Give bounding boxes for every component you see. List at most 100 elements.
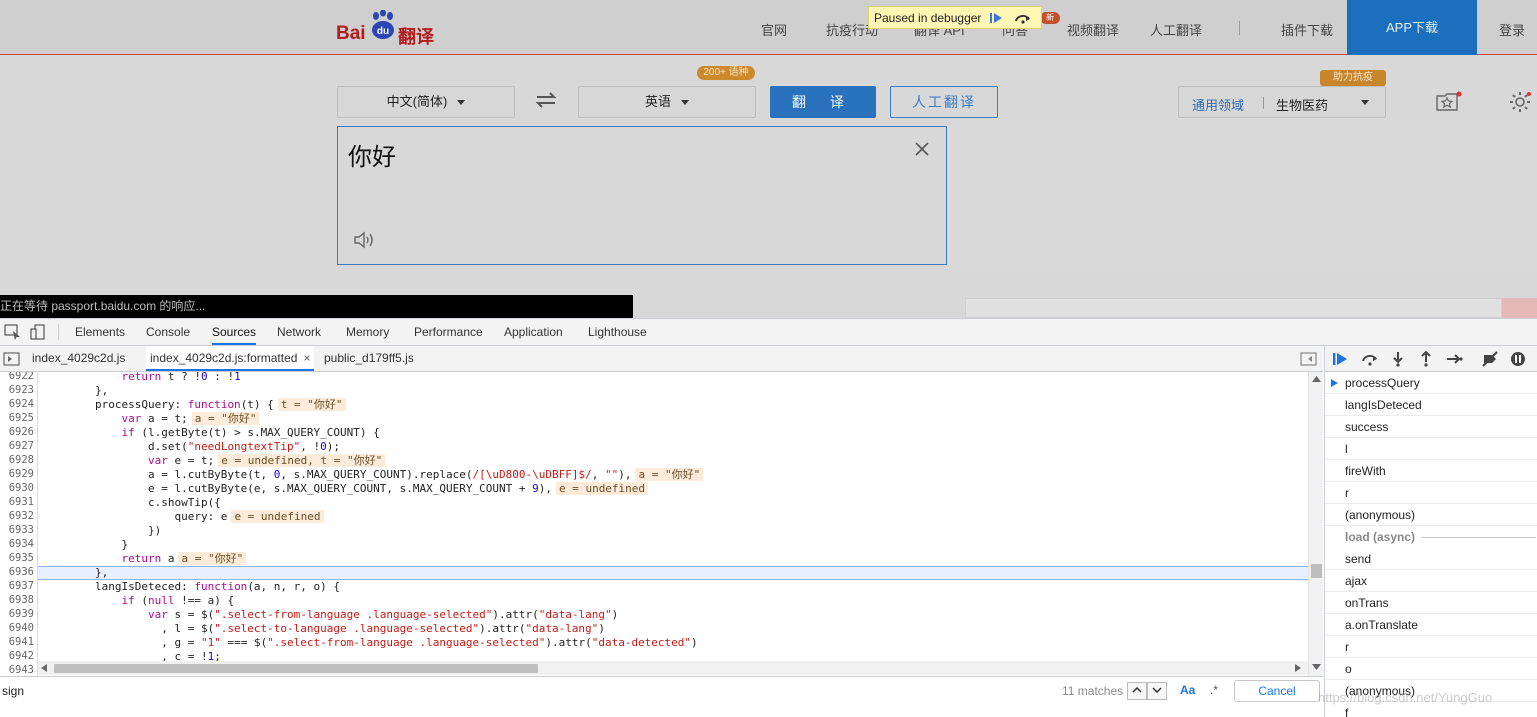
- line-number-gutter[interactable]: 6922 6923 6924 6925 6926 6927 6928 6929 …: [0, 372, 38, 676]
- call-frame[interactable]: send: [1325, 548, 1537, 570]
- human-translate-button[interactable]: 人工翻译: [890, 86, 998, 118]
- file-tab-index-formatted[interactable]: index_4029c2d.js:formatted ×: [146, 346, 315, 371]
- toggle-navigator-icon[interactable]: [3, 351, 21, 367]
- call-frame[interactable]: langIsDeteced: [1325, 394, 1537, 416]
- tab-network[interactable]: Network: [277, 319, 321, 345]
- deactivate-breakpoints-icon[interactable]: [1481, 351, 1499, 367]
- code-line[interactable]: return t ? !0 : !1: [42, 372, 240, 384]
- step-out-icon[interactable]: [1417, 351, 1435, 367]
- code-line[interactable]: }: [42, 538, 128, 552]
- app-download-button[interactable]: APP下载: [1347, 0, 1477, 55]
- resume-icon[interactable]: [987, 9, 1007, 27]
- step-into-icon[interactable]: [1389, 351, 1407, 367]
- line-number[interactable]: 6928: [0, 454, 34, 466]
- line-number[interactable]: 6935: [0, 552, 34, 564]
- line-number[interactable]: 6941: [0, 636, 34, 648]
- line-number[interactable]: 6931: [0, 496, 34, 508]
- next-match-button[interactable]: [1147, 682, 1167, 700]
- target-language-select[interactable]: 英语: [578, 86, 756, 118]
- line-number[interactable]: 6923: [0, 384, 34, 396]
- call-frame[interactable]: r: [1325, 636, 1537, 658]
- line-number[interactable]: 6927: [0, 440, 34, 452]
- line-number[interactable]: 6943: [0, 664, 34, 676]
- close-icon[interactable]: ×: [303, 351, 310, 365]
- login-link[interactable]: 登录: [1499, 20, 1525, 39]
- baidu-fanyi-logo[interactable]: Bai du 翻译: [336, 10, 436, 48]
- code-line[interactable]: processQuery: function(t) {t = "你好": [42, 398, 346, 412]
- code-line[interactable]: a = l.cutByByte(t, 0, s.MAX_QUERY_COUNT)…: [42, 468, 704, 482]
- scroll-left-icon[interactable]: [41, 664, 47, 672]
- code-line[interactable]: },: [42, 566, 108, 580]
- line-number[interactable]: 6937: [0, 580, 34, 592]
- source-text[interactable]: 你好: [348, 137, 396, 172]
- step-icon[interactable]: [1445, 351, 1463, 367]
- previous-match-button[interactable]: [1127, 682, 1147, 700]
- code-line[interactable]: , g = "1" === $(".select-from-language .…: [42, 636, 697, 650]
- tab-memory[interactable]: Memory: [346, 319, 389, 345]
- tab-lighthouse[interactable]: Lighthouse: [588, 319, 647, 345]
- code-editor[interactable]: 6922 6923 6924 6925 6926 6927 6928 6929 …: [0, 372, 1308, 676]
- file-tab-public[interactable]: public_d179ff5.js: [320, 346, 418, 371]
- call-frame-active[interactable]: processQuery: [1325, 372, 1537, 394]
- line-number[interactable]: 6942: [0, 650, 34, 662]
- code-line[interactable]: var e = t; e = undefined, t = "你好": [42, 454, 386, 468]
- scroll-down-icon[interactable]: [1312, 664, 1321, 670]
- resume-icon[interactable]: [1331, 351, 1349, 367]
- call-frame[interactable]: ajax: [1325, 570, 1537, 592]
- line-number[interactable]: 6926: [0, 426, 34, 438]
- code-line[interactable]: query: ee = undefined: [42, 510, 324, 524]
- call-frame[interactable]: onTrans: [1325, 592, 1537, 614]
- code-line[interactable]: var s = $(".select-from-language .langua…: [42, 608, 618, 622]
- nav-video-translate[interactable]: 视频翻译: [1067, 20, 1119, 39]
- search-input[interactable]: [2, 682, 1122, 700]
- tab-console[interactable]: Console: [146, 319, 190, 345]
- call-frame[interactable]: success: [1325, 416, 1537, 438]
- vertical-scroll-thumb[interactable]: [1311, 564, 1322, 578]
- settings-gear-icon[interactable]: [1508, 90, 1532, 114]
- line-number[interactable]: 6924: [0, 398, 34, 410]
- scroll-up-icon[interactable]: [1312, 376, 1321, 382]
- code-line[interactable]: if (null !== a) {: [42, 594, 234, 608]
- line-number[interactable]: 6929: [0, 468, 34, 480]
- code-line[interactable]: },: [42, 384, 108, 398]
- code-line[interactable]: if (l.getByte(t) > s.MAX_QUERY_COUNT) {: [42, 426, 379, 440]
- call-frame[interactable]: a.onTranslate: [1325, 614, 1537, 636]
- line-number[interactable]: 6925: [0, 412, 34, 424]
- line-number[interactable]: 6938: [0, 594, 34, 606]
- nav-plugin-download[interactable]: 插件下载: [1281, 20, 1333, 39]
- cancel-search-button[interactable]: Cancel: [1234, 680, 1320, 702]
- toggle-debugger-sidebar-icon[interactable]: [1300, 351, 1318, 367]
- step-over-icon[interactable]: [1361, 351, 1379, 367]
- line-number[interactable]: 6940: [0, 622, 34, 634]
- code-line[interactable]: var a = t; a = "你好": [42, 412, 260, 426]
- line-number[interactable]: 6934: [0, 538, 34, 550]
- horizontal-scroll-thumb[interactable]: [54, 664, 538, 673]
- tab-performance[interactable]: Performance: [414, 319, 483, 345]
- code-line[interactable]: e = l.cutByByte(e, s.MAX_QUERY_COUNT, s.…: [42, 482, 649, 496]
- line-number[interactable]: 6936: [0, 566, 34, 578]
- line-number[interactable]: 6930: [0, 482, 34, 494]
- code-line[interactable]: langIsDeteced: function(a, n, r, o) {: [42, 580, 340, 594]
- domain-select[interactable]: 通用领域 生物医药: [1178, 86, 1386, 118]
- clear-icon[interactable]: [912, 139, 932, 159]
- inspect-element-icon[interactable]: [4, 324, 22, 340]
- pause-on-exceptions-icon[interactable]: [1509, 351, 1527, 367]
- call-frame[interactable]: r: [1325, 482, 1537, 504]
- editor-vertical-scrollbar[interactable]: [1308, 372, 1323, 676]
- nav-human-translate[interactable]: 人工翻译: [1150, 20, 1202, 39]
- call-frame[interactable]: l: [1325, 438, 1537, 460]
- file-tab-index[interactable]: index_4029c2d.js: [28, 346, 129, 371]
- line-number[interactable]: 6922: [0, 372, 34, 382]
- speaker-icon[interactable]: [352, 229, 376, 251]
- line-number[interactable]: 6939: [0, 608, 34, 620]
- call-frame[interactable]: fireWith: [1325, 460, 1537, 482]
- code-line[interactable]: , l = $(".select-to-language .language-s…: [42, 622, 605, 636]
- swap-languages-icon[interactable]: [534, 90, 558, 110]
- call-frame[interactable]: o: [1325, 658, 1537, 680]
- nav-official-site[interactable]: 官网: [761, 20, 787, 39]
- match-case-button[interactable]: Aa: [1180, 683, 1195, 697]
- device-toolbar-icon[interactable]: [30, 324, 48, 340]
- source-text-area[interactable]: 你好: [337, 126, 947, 265]
- regex-button[interactable]: .*: [1210, 683, 1218, 697]
- line-number[interactable]: 6933: [0, 524, 34, 536]
